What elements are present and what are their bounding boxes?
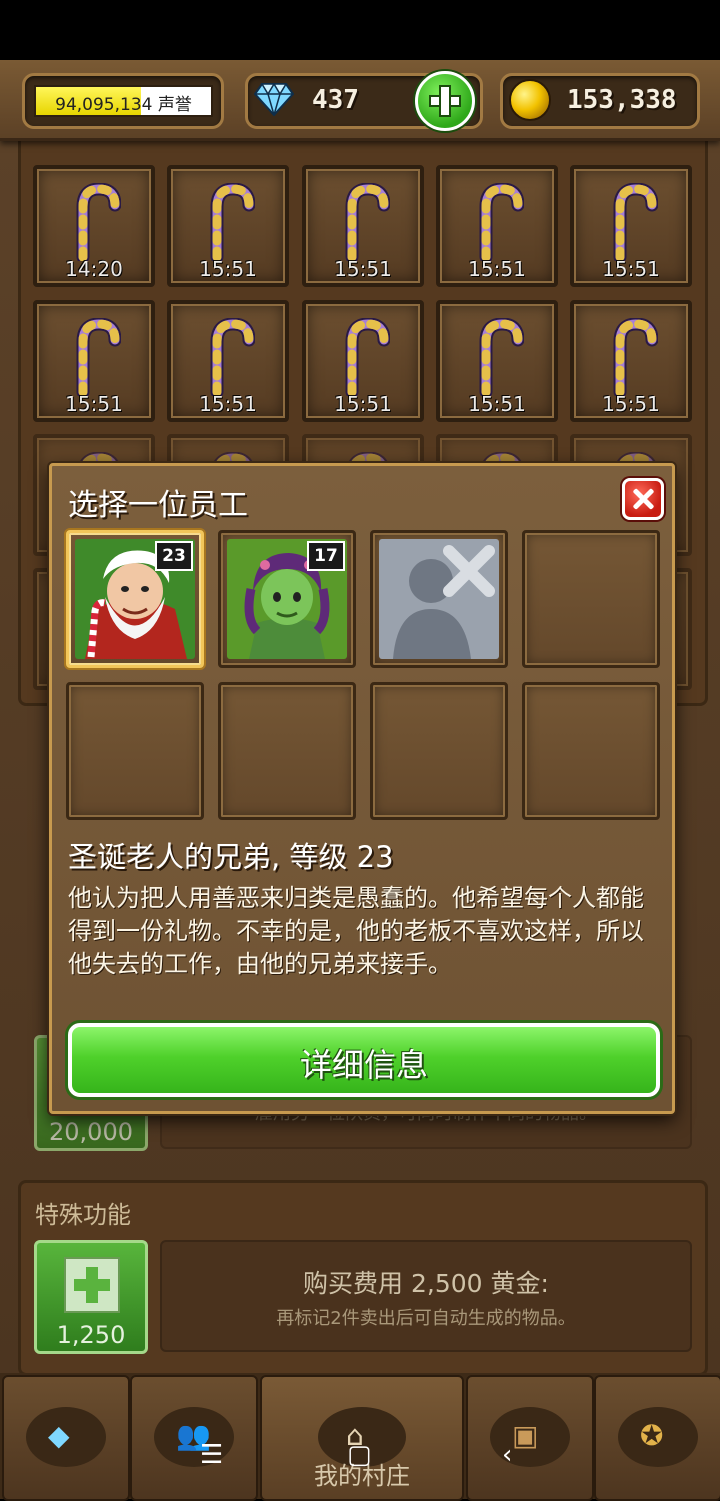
chest-icon: ▣ bbox=[512, 1419, 539, 1452]
tab-workers[interactable]: 👥 bbox=[130, 1375, 258, 1501]
storage-slot[interactable]: 15:51 bbox=[570, 165, 692, 287]
reputation-text: 94,095,134 声誉 bbox=[55, 95, 192, 115]
empty-worker-slot bbox=[218, 682, 356, 820]
details-button[interactable]: 详细信息 bbox=[68, 1023, 660, 1097]
empty-worker-slot bbox=[522, 682, 660, 820]
worker-slot-unavailable[interactable] bbox=[370, 530, 508, 668]
candy-cane-icon bbox=[345, 318, 390, 396]
dialog-title: 选择一位员工 bbox=[68, 488, 248, 523]
storage-slot[interactable]: 15:51 bbox=[167, 165, 289, 287]
tab-shop[interactable]: ◆ bbox=[2, 1375, 130, 1501]
system-menu-button[interactable]: ☰ bbox=[200, 1440, 223, 1470]
worker-level-badge: 17 bbox=[307, 541, 345, 571]
reputation-display: 94,095,134 声誉 bbox=[22, 73, 224, 129]
storage-slot[interactable]: 15:51 bbox=[436, 300, 558, 422]
empty-worker-slot bbox=[370, 682, 508, 820]
slot-timer: 15:51 bbox=[468, 392, 526, 416]
worker-name: 圣诞老人的兄弟, 等级 23 bbox=[68, 840, 394, 874]
slot-timer: 15:51 bbox=[468, 257, 526, 281]
worker-description: 他认为把人用善恶来归类是愚蠢的。他希望每个人都能得到一份礼物。不幸的是，他的老板… bbox=[68, 884, 644, 978]
tab-my-village[interactable]: ⌂ 我的村庄 bbox=[260, 1375, 464, 1501]
special-function-description: 购买费用 2,500 黄金: 再标记2件卖出后可自动生成的物品。 bbox=[160, 1240, 692, 1352]
locked-worker-silhouette bbox=[379, 539, 499, 659]
system-back-button[interactable]: ‹ bbox=[502, 1440, 512, 1470]
empty-worker-slot bbox=[66, 682, 204, 820]
medal-icon: ✪ bbox=[640, 1419, 664, 1452]
tab-achievements[interactable]: ✪ bbox=[594, 1375, 720, 1501]
select-worker-dialog: 选择一位员工 23 17 圣诞老人的兄弟, 等级 23 他认为把人用善恶来归类是… bbox=[49, 463, 675, 1114]
slot-timer: 15:51 bbox=[334, 392, 392, 416]
special-function-button[interactable]: 1,250 bbox=[34, 1240, 148, 1354]
status-bar bbox=[0, 0, 720, 60]
worker-slot-santa-brother[interactable]: 23 bbox=[66, 530, 204, 668]
top-resource-bar: 94,095,134 声誉 437 153,338 bbox=[0, 60, 720, 141]
storage-slot[interactable]: 14:20 bbox=[33, 165, 155, 287]
candy-cane-icon bbox=[613, 318, 658, 396]
plus-icon bbox=[64, 1257, 120, 1313]
storage-slot[interactable]: 15:51 bbox=[33, 300, 155, 422]
gold-coin-icon bbox=[509, 79, 551, 121]
slot-timer: 15:51 bbox=[602, 257, 660, 281]
storage-slot[interactable]: 15:51 bbox=[436, 165, 558, 287]
details-button-label: 详细信息 bbox=[299, 1046, 428, 1084]
diamond-icon: ◆ bbox=[48, 1419, 70, 1452]
candy-cane-icon bbox=[345, 183, 390, 261]
slot-timer: 15:51 bbox=[602, 392, 660, 416]
reputation-bar: 94,095,134 声誉 bbox=[34, 85, 213, 117]
add-gems-button[interactable] bbox=[415, 71, 475, 131]
storage-slot[interactable]: 15:51 bbox=[167, 300, 289, 422]
worker-slot-green-girl[interactable]: 17 bbox=[218, 530, 356, 668]
close-button[interactable] bbox=[622, 478, 664, 520]
slot-timer: 15:51 bbox=[199, 392, 257, 416]
bottom-tab-bar: ◆ 👥 ⌂ 我的村庄 ▣ ✪ bbox=[0, 1373, 720, 1501]
gold-display: 153,338 bbox=[500, 73, 700, 129]
hire-price: 20,000 bbox=[49, 1118, 133, 1146]
empty-worker-slot bbox=[522, 530, 660, 668]
candy-cane-icon bbox=[76, 318, 121, 396]
storage-slot[interactable]: 15:51 bbox=[570, 300, 692, 422]
candy-cane-icon bbox=[210, 183, 255, 261]
storage-slot[interactable]: 15:51 bbox=[302, 165, 424, 287]
candy-cane-icon bbox=[210, 318, 255, 396]
candy-cane-icon bbox=[76, 183, 121, 261]
slot-timer: 15:51 bbox=[65, 392, 123, 416]
tab-inventory[interactable]: ▣ bbox=[466, 1375, 594, 1501]
special-function-title: 特殊功能 bbox=[35, 1201, 131, 1229]
worker-level-badge: 23 bbox=[155, 541, 193, 571]
slot-timer: 15:51 bbox=[199, 257, 257, 281]
storage-slot[interactable]: 15:51 bbox=[302, 300, 424, 422]
slot-timer: 15:51 bbox=[334, 257, 392, 281]
special-function-detail: 再标记2件卖出后可自动生成的物品。 bbox=[276, 1308, 576, 1329]
special-function-cost: 购买费用 2,500 黄金: bbox=[303, 1269, 549, 1298]
diamond-icon bbox=[254, 82, 294, 116]
gold-count: 153,338 bbox=[567, 85, 677, 115]
candy-cane-icon bbox=[479, 183, 524, 261]
system-home-button[interactable]: ▢ bbox=[347, 1440, 372, 1470]
gems-count: 437 bbox=[312, 85, 359, 115]
candy-cane-icon bbox=[613, 183, 658, 261]
slot-timer: 14:20 bbox=[65, 257, 123, 281]
special-function-price: 1,250 bbox=[56, 1321, 126, 1349]
candy-cane-icon bbox=[479, 318, 524, 396]
